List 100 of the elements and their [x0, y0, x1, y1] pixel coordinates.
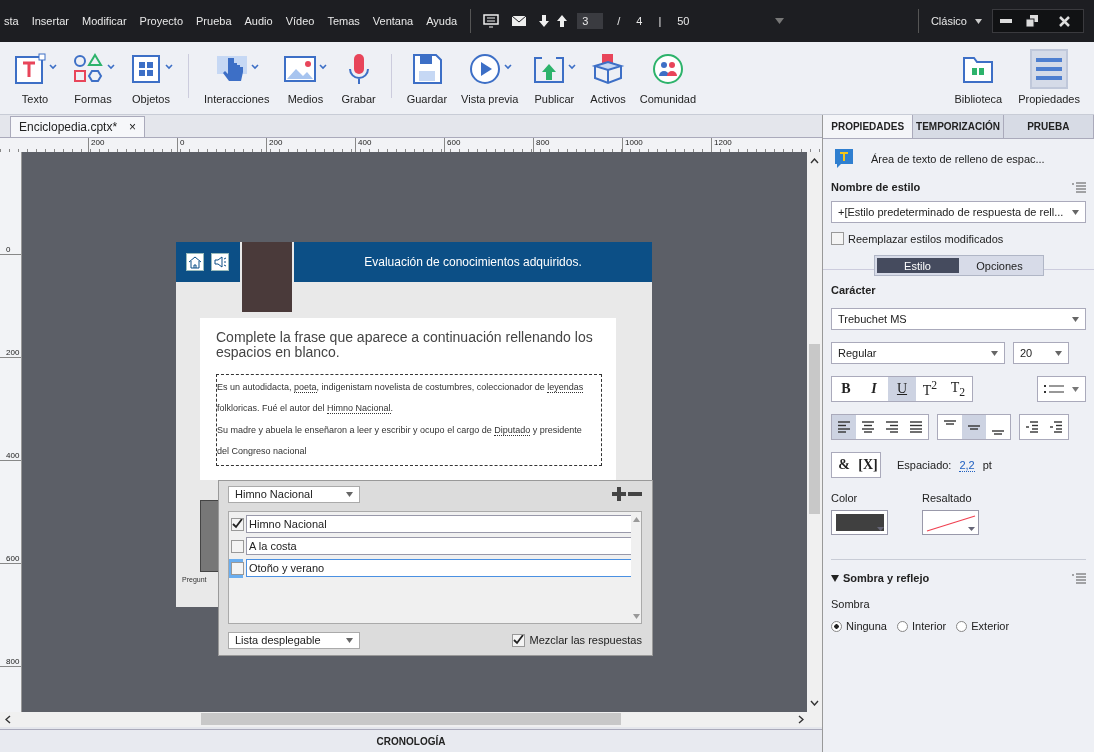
caret-icon: [49, 64, 57, 70]
menu-item[interactable]: Temas: [327, 15, 360, 27]
toolbar-button[interactable]: Objetos: [122, 42, 180, 114]
zoom-value[interactable]: 50: [677, 15, 690, 27]
toolbar-button[interactable]: Formas: [64, 42, 122, 114]
segment-tab[interactable]: Estilo: [876, 258, 959, 273]
document-tab[interactable]: Enciclopedia.cptx* ×: [10, 115, 146, 137]
ruler-label: 800: [533, 137, 622, 152]
speaker-icon[interactable]: [211, 252, 229, 271]
highlight-label: Resaltado: [922, 492, 973, 504]
menu-item[interactable]: Prueba: [196, 15, 232, 27]
toolbar-button[interactable]: Publicar: [525, 42, 584, 114]
scrollbar-thumb[interactable]: [809, 343, 820, 514]
toolbar-button[interactable]: Propiedades: [1012, 46, 1086, 110]
answer-dropdown[interactable]: Himno Nacional: [228, 485, 360, 503]
checkbox[interactable]: [231, 539, 244, 553]
toolbar-button[interactable]: Vista previa: [454, 42, 526, 114]
vertical-scrollbar[interactable]: [807, 151, 822, 712]
answer-input-field[interactable]: Himno Nacional: [246, 515, 631, 533]
text-area-icon: [835, 149, 853, 169]
menu-item[interactable]: Insertar: [31, 15, 69, 27]
plus-icon[interactable]: [612, 487, 626, 501]
checkbox[interactable]: [231, 517, 244, 531]
format-button[interactable]: T$_{2}$: [944, 377, 972, 401]
bullet-list-icon: [1044, 384, 1064, 394]
fill-in-blank[interactable]: Diputado: [494, 424, 531, 436]
fill-in-blank[interactable]: poeta: [294, 381, 317, 393]
checkbox[interactable]: [511, 633, 525, 647]
panel-tab[interactable]: TEMPORIZACIÓN: [913, 115, 1004, 138]
scroll-right-icon[interactable]: [798, 714, 804, 724]
home-icon[interactable]: [186, 252, 204, 271]
caret-icon[interactable]: [775, 18, 785, 24]
close-tab-button[interactable]: ×: [129, 119, 137, 134]
expanded-triangle-icon[interactable]: [831, 574, 839, 582]
format-button[interactable]: B: [832, 377, 860, 401]
align-left-icon: [837, 421, 851, 433]
menu-item[interactable]: Audio: [244, 15, 273, 27]
radio-button[interactable]: [897, 620, 908, 632]
scroll-left-icon[interactable]: [5, 714, 11, 724]
align-top-icon: [943, 420, 957, 425]
envelope-icon[interactable]: [511, 15, 528, 27]
fill-in-text-area[interactable]: [216, 373, 602, 466]
radio-label: Interior: [912, 620, 947, 632]
answer-input-field[interactable]: A la costa: [246, 537, 631, 555]
panel-tab[interactable]: PRUEBA: [1003, 115, 1094, 138]
symbol-button[interactable]: [X]: [856, 453, 880, 477]
style-dropdown[interactable]: +[Estilo predeterminado de respuesta de rell...: [831, 201, 1086, 223]
fill-in-blank[interactable]: leyendas: [547, 381, 584, 393]
workspace-dropdown[interactable]: Clásico: [930, 15, 982, 27]
answer-input-field[interactable]: Otoño y verano: [246, 559, 631, 577]
menu-item[interactable]: sta: [4, 15, 19, 27]
font-size-dropdown[interactable]: 20: [1013, 342, 1069, 364]
format-button[interactable]: U: [888, 377, 916, 401]
timeline-bar[interactable]: CRONOLOGÍA: [0, 729, 822, 752]
scrollbar-thumb[interactable]: [201, 713, 621, 726]
radio-button[interactable]: [956, 620, 968, 632]
object-name: Área de texto de relleno de espac...: [871, 153, 1045, 165]
highlight-color-swatch[interactable]: [922, 510, 979, 535]
font-dropdown[interactable]: Trebuchet MS: [831, 308, 1086, 330]
answer-type-dropdown[interactable]: Lista desplegable: [228, 631, 360, 649]
ruler-label: 800: [0, 656, 21, 667]
font-style-dropdown[interactable]: Regular: [831, 342, 1005, 364]
text-color-swatch[interactable]: [831, 510, 888, 535]
toolbar-button[interactable]: Texto: [6, 42, 64, 114]
slide-title: Evaluación de conocimientos adquiridos.: [294, 241, 652, 282]
up-arrow-icon[interactable]: [557, 15, 568, 27]
format-button[interactable]: T$^{2}$: [916, 377, 944, 401]
align-justify-icon: [909, 421, 923, 433]
toolbar-button[interactable]: Grabar: [334, 42, 383, 114]
screen-icon[interactable]: [483, 14, 500, 28]
panel-tab[interactable]: PROPIEDADES: [823, 115, 914, 138]
menu-item[interactable]: Modificar: [82, 15, 127, 27]
format-button[interactable]: I: [860, 377, 888, 401]
radio-button[interactable]: [831, 620, 842, 632]
down-arrow-icon[interactable]: [539, 15, 550, 27]
checkbox[interactable]: [231, 561, 244, 575]
checkbox[interactable]: [831, 232, 844, 245]
checkbox-label: Reemplazar estilos modificados: [848, 232, 1004, 245]
spacing-value[interactable]: 2,2: [959, 458, 975, 472]
toolbar-button[interactable]: Biblioteca: [948, 46, 1009, 110]
align-button[interactable]: [832, 415, 856, 439]
align-button[interactable]: [962, 415, 986, 439]
symbol-button[interactable]: &: [832, 453, 856, 477]
scroll-up-icon[interactable]: [810, 157, 819, 164]
toolbar-button[interactable]: Guardar: [399, 42, 455, 114]
scroll-down-icon[interactable]: [810, 699, 819, 706]
toolbar-button[interactable]: Comunidad: [632, 42, 704, 114]
timeline-label: CRONOLOGÍA: [376, 735, 446, 747]
toolbar-button[interactable]: Medios: [276, 42, 335, 114]
menu-item[interactable]: Ayuda: [426, 15, 458, 27]
menu-item[interactable]: Proyecto: [139, 15, 184, 27]
caret-icon: [568, 64, 577, 70]
menu-item[interactable]: Vídeo: [285, 15, 315, 27]
menu-item[interactable]: Ventana: [372, 15, 414, 27]
toolbar-button[interactable]: Interacciones: [197, 42, 277, 114]
fill-in-blank[interactable]: Himno Nacional: [327, 403, 391, 414]
list-style-button[interactable]: [1037, 376, 1086, 402]
toolbar-button[interactable]: Activos: [583, 42, 633, 114]
segment-tab[interactable]: Opciones: [958, 258, 1041, 273]
slide-number-field[interactable]: 3: [577, 13, 604, 29]
